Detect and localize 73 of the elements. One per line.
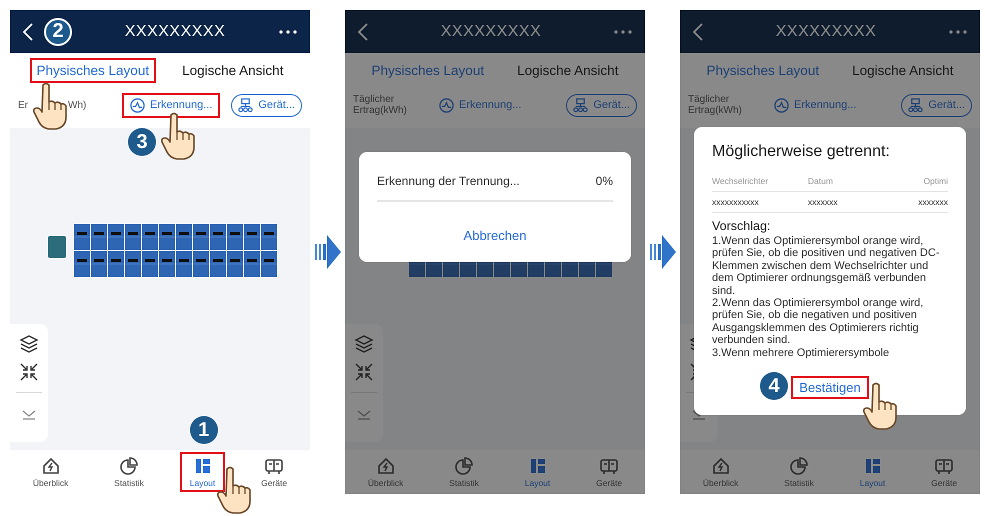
suggestion-heading: Vorschlag: <box>712 219 772 233</box>
nav-item[interactable]: Statistik <box>439 452 489 492</box>
yield-label: Täglicher Ertrag(kWh) <box>353 94 408 116</box>
column-header: Optimi <box>882 171 948 192</box>
column-header: Wechselrichter <box>712 171 808 192</box>
nav-item[interactable]: Geräte <box>586 452 632 492</box>
device-button[interactable]: Gerät... <box>566 94 637 116</box>
pie-chart-icon <box>789 456 810 476</box>
device-icon <box>264 456 284 476</box>
dialog-button[interactable]: Abbrechen <box>456 224 534 247</box>
column-header: Datum <box>808 171 882 192</box>
pointing-hand-icon <box>32 82 68 130</box>
screen-title: XXXXXXXXX <box>440 22 542 40</box>
yield-label: Wh) <box>68 100 86 110</box>
topology-icon <box>238 98 254 112</box>
pulse-icon <box>130 98 145 112</box>
pointing-hand-icon <box>216 466 252 514</box>
yield-label: Er <box>18 100 28 110</box>
tab[interactable]: Physisches Layout <box>364 58 492 83</box>
device-icon <box>599 456 620 476</box>
nav-item[interactable]: Überblick <box>692 452 748 492</box>
tab[interactable]: Physisches Layout <box>700 58 826 83</box>
progress-percent: 0% <box>596 174 613 188</box>
nav-item[interactable]: Statistik <box>104 452 154 492</box>
suggestion-text: 2.Wenn das Optimierersymbol orange wird, prüfen Sie, ob die negativen und positiven Ausgangsklemmen des Optimierers richtig verbunden sind. <box>712 297 924 347</box>
pointing-hand-icon <box>160 112 196 160</box>
nav-item[interactable]: Layout <box>850 452 896 492</box>
step-number-badge: 2 <box>44 18 72 46</box>
collapse-icon[interactable] <box>19 362 39 382</box>
nav-item[interactable]: Layout <box>514 452 560 492</box>
device-button[interactable]: Gerät... <box>231 94 302 116</box>
dialog-title: Möglicherweise getrennt: <box>712 143 891 161</box>
table-cell: xxxxxxx <box>882 192 948 213</box>
pulse-icon <box>774 98 789 112</box>
progress-text: Erkennung der Trennung... <box>377 174 520 188</box>
right-arrow-icon <box>314 235 340 269</box>
suggestion-text: 3.Wenn mehrere Optimierersymbole <box>712 346 890 360</box>
suggestion-text: 1.Wenn das Optimierersymbol orange wird, prüfen Sie, ob die positiven und negativen DC-Klemmen zwischen dem Wechselrichter und dem Optimierer ordnungsgemäß verbunden sind. <box>712 235 940 298</box>
device-icon <box>934 456 954 476</box>
tab[interactable]: Logische Ansicht <box>510 58 626 83</box>
table-cell: xxxxxxxxxxx <box>712 192 808 213</box>
back-icon[interactable] <box>22 22 34 42</box>
nav-item[interactable]: Überblick <box>22 452 78 492</box>
yield-label: Täglicher Ertrag(kWh) <box>688 94 743 116</box>
pie-chart-icon <box>454 456 474 476</box>
detection-link[interactable]: Erkennung... <box>431 92 530 118</box>
nav-item[interactable]: Layout <box>180 452 226 492</box>
house-icon <box>376 456 396 476</box>
layers-icon[interactable] <box>19 334 39 354</box>
tab[interactable]: Logische Ansicht <box>845 58 960 83</box>
topology-icon <box>908 98 924 112</box>
confirm-button[interactable]: Bestätigen <box>791 376 869 399</box>
table-cell: xxxxxxx <box>808 192 882 213</box>
right-arrow-icon <box>650 235 676 269</box>
screen-title: XXXXXXXXX <box>124 22 226 40</box>
pulse-icon <box>439 98 454 112</box>
more-icon[interactable] <box>278 28 298 34</box>
topology-icon <box>573 98 588 112</box>
house-icon <box>40 456 61 476</box>
nav-item[interactable]: Überblick <box>358 452 414 492</box>
tab[interactable]: Physisches Layout <box>30 58 156 83</box>
nav-item[interactable]: Statistik <box>774 452 824 492</box>
detection-link[interactable]: Erkennung... <box>122 92 220 118</box>
nav-item[interactable]: Geräte <box>251 452 298 492</box>
step-number-badge: 4 <box>760 372 788 400</box>
nav-item[interactable]: Geräte <box>921 452 968 492</box>
device-button[interactable]: Gerät... <box>901 94 972 116</box>
tab[interactable]: Logische Ansicht <box>175 58 290 83</box>
house-icon <box>710 456 731 476</box>
pie-chart-icon <box>119 456 140 476</box>
pointing-hand-icon <box>862 382 898 430</box>
screen-title: XXXXXXXXX <box>774 22 878 40</box>
detection-link[interactable]: Erkennung... <box>766 92 864 118</box>
